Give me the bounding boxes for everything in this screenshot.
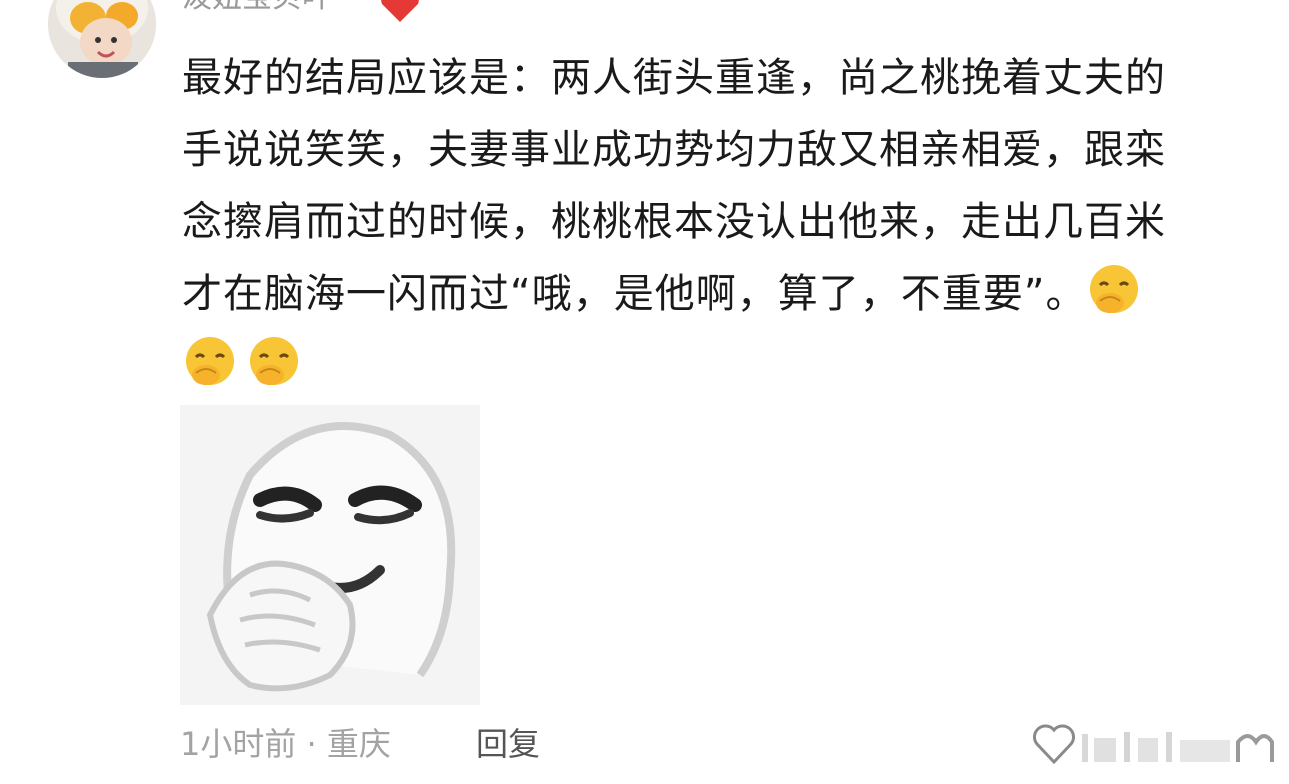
- meme-sticker-image[interactable]: [180, 405, 480, 705]
- comment-item: 泼妞宝贝叶 最好的结局应该是：两人街头重逢，尚之桃挽着丈夫的 手说说笑笑，夫妻事…: [0, 0, 1289, 784]
- comment-line: 念擦肩而过的时候，桃桃根本没认出他来，走出几百米: [182, 199, 1166, 245]
- like-heart-icon[interactable]: [1030, 720, 1078, 768]
- user-avatar[interactable]: [48, 0, 156, 78]
- heart-badge-icon: [381, 0, 419, 22]
- comment-line-text: 才在脑海一闪而过“哦，是他啊，算了，不重要”。: [182, 271, 1087, 317]
- comment-line: 最好的结局应该是：两人街头重逢，尚之桃挽着丈夫的: [182, 55, 1166, 101]
- emoji-row: [182, 330, 1252, 402]
- watermark-graphic-icon: [1082, 732, 1274, 762]
- reply-button[interactable]: 回复: [476, 720, 540, 768]
- username[interactable]: 泼妞宝贝叶: [182, 0, 332, 18]
- hand-over-mouth-emoji-icon: [250, 337, 298, 385]
- comment-meta: 1小时前 · 重庆: [180, 725, 391, 763]
- comment-text: 最好的结局应该是：两人街头重逢，尚之桃挽着丈夫的 手说说笑笑，夫妻事业成功势均力…: [182, 42, 1252, 402]
- hand-over-mouth-emoji-icon: [186, 337, 234, 385]
- hand-over-mouth-emoji-icon: [1090, 265, 1139, 313]
- comment-line: 手说说笑笑，夫妻事业成功势均力敌又相亲相爱，跟栾: [182, 127, 1166, 173]
- comment-line-with-emoji: 才在脑海一闪而过“哦，是他啊，算了，不重要”。: [182, 258, 1252, 330]
